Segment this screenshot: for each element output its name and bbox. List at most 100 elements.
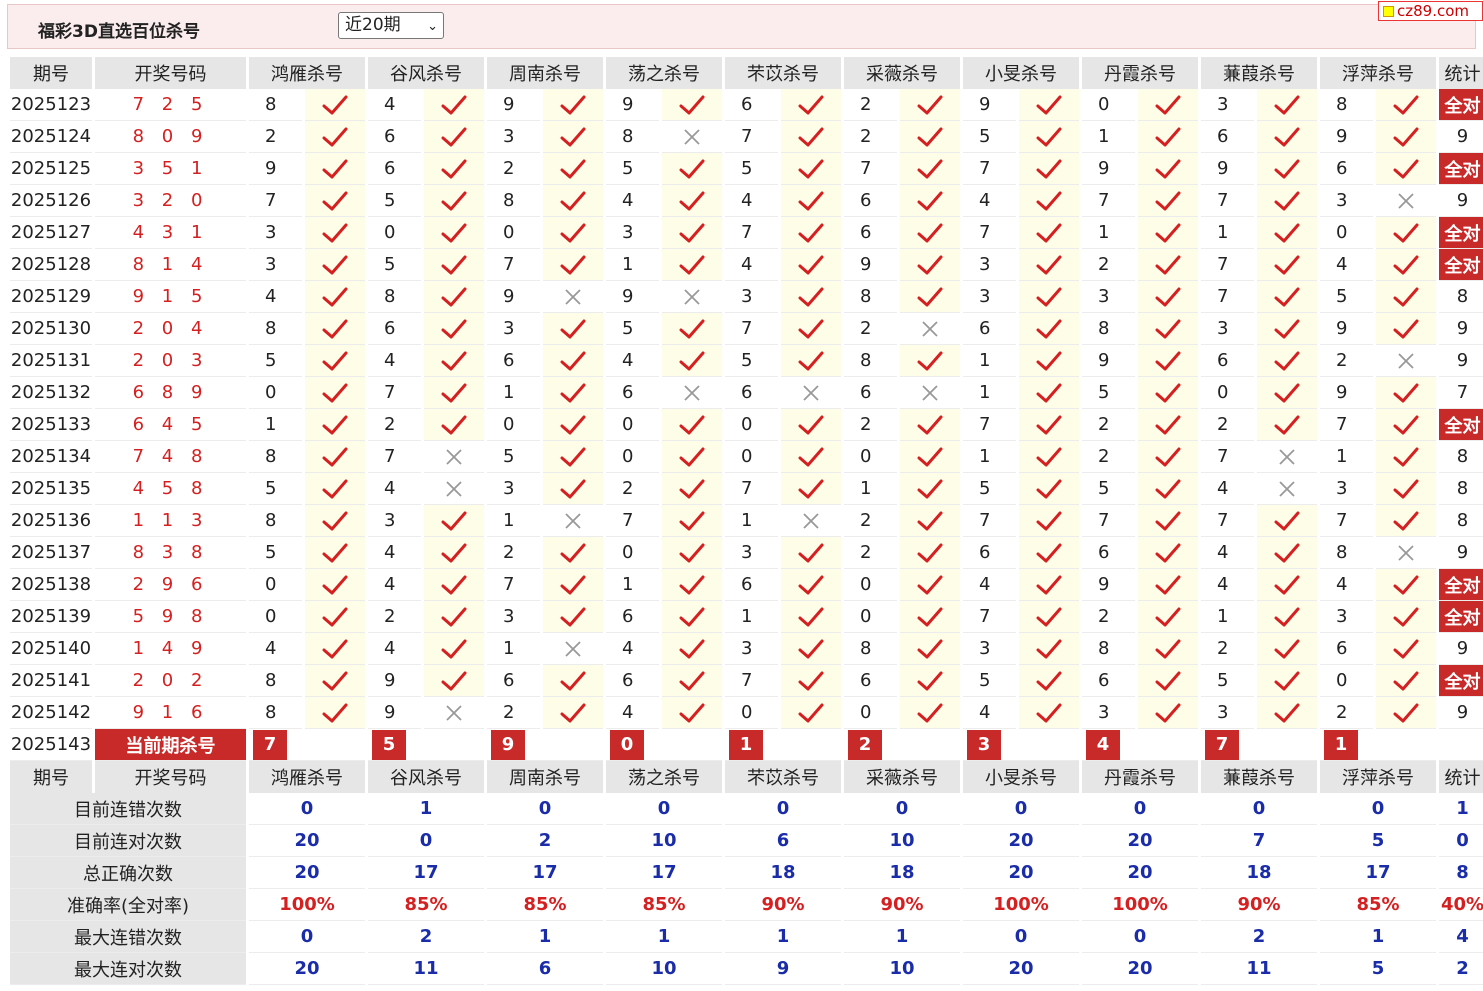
- check-mark-icon: [322, 607, 348, 626]
- check-mark-icon: [441, 671, 467, 690]
- kill-number-cell: 6: [844, 185, 897, 217]
- cross-icon: [1257, 441, 1317, 473]
- stats-value: 1: [1320, 921, 1436, 953]
- kill-number-cell: 4: [963, 185, 1016, 217]
- stats-label: 目前连对次数: [10, 825, 246, 857]
- period-cell: 2025123: [10, 89, 92, 121]
- check-mark-icon: [441, 127, 467, 146]
- kill-number-cell: 5: [725, 153, 778, 185]
- kill-number-cell: 6: [1201, 345, 1254, 377]
- stats-total: 0: [1439, 825, 1483, 857]
- check-mark-icon: [1393, 511, 1419, 530]
- check-mark-icon: [1393, 607, 1419, 626]
- kill-number-cell: 8: [249, 89, 302, 121]
- kill-number-cell: 8: [249, 313, 302, 345]
- kill-number-cell: 8: [844, 633, 897, 665]
- kill-number-cell: 9: [963, 89, 1016, 121]
- check-icon: [305, 121, 365, 153]
- chevron-down-icon: ⌄: [427, 19, 438, 34]
- check-icon: [900, 441, 960, 473]
- kill-number-cell: 7: [725, 121, 778, 153]
- stats-value: 18: [844, 857, 960, 889]
- period-select[interactable]: 近20期 ⌄: [338, 12, 444, 39]
- kill-number-cell: 4: [1201, 569, 1254, 601]
- kill-number-cell: 8: [368, 281, 421, 313]
- cross-mark-icon: [684, 129, 700, 145]
- stats-value: 5: [1320, 953, 1436, 985]
- kill-number-cell: 2: [844, 537, 897, 569]
- period-cell: 2025137: [10, 537, 92, 569]
- site-logo[interactable]: cz89.com: [1378, 1, 1483, 21]
- kill-number-cell: 3: [487, 121, 540, 153]
- kill-number-cell: 1: [963, 345, 1016, 377]
- kill-number-cell: 2: [487, 153, 540, 185]
- check-icon: [662, 185, 722, 217]
- kill-number-cell: 5: [368, 185, 421, 217]
- header-expert: 周南杀号: [487, 761, 603, 793]
- kill-number-cell: 4: [368, 89, 421, 121]
- check-icon: [1138, 569, 1198, 601]
- stats-value: 1: [725, 921, 841, 953]
- kill-number-cell: 3: [606, 217, 659, 249]
- check-icon: [1138, 441, 1198, 473]
- current-kill-cell: 0: [606, 729, 722, 761]
- kill-number-cell: 0: [844, 569, 897, 601]
- check-mark-icon: [798, 351, 824, 370]
- kill-number-cell: 8: [249, 697, 302, 729]
- all-correct-badge: 全对: [1439, 569, 1483, 601]
- kill-number-cell: 0: [725, 697, 778, 729]
- check-icon: [900, 601, 960, 633]
- kill-number-cell: 6: [606, 665, 659, 697]
- kill-number-cell: 6: [368, 313, 421, 345]
- kill-number-cell: 8: [249, 505, 302, 537]
- draw-number-cell: 4 3 1: [95, 217, 246, 249]
- kill-number-cell: 6: [725, 569, 778, 601]
- check-mark-icon: [441, 607, 467, 626]
- check-mark-icon: [1036, 543, 1062, 562]
- check-icon: [424, 89, 484, 121]
- check-mark-icon: [679, 639, 705, 658]
- kill-number-cell: 2: [1082, 409, 1135, 441]
- table-header-row: 期号 开奖号码 鸿雁杀号 谷风杀号 周南杀号 荡之杀号 芣苡杀号 采薇杀号 小旻杀号 丹霞杀号 蒹葭…: [10, 761, 1483, 793]
- check-mark-icon: [1393, 223, 1419, 242]
- header-draw: 开奖号码: [95, 57, 246, 89]
- check-icon: [543, 153, 603, 185]
- check-mark-icon: [1393, 671, 1419, 690]
- cross-mark-icon: [1398, 545, 1414, 561]
- kill-number-cell: 9: [844, 249, 897, 281]
- kill-number-cell: 4: [1201, 473, 1254, 505]
- check-mark-icon: [798, 575, 824, 594]
- check-mark-icon: [917, 351, 943, 370]
- top-bar: 福彩3D直选百位杀号 近20期 ⌄: [7, 4, 1476, 49]
- check-mark-icon: [560, 607, 586, 626]
- stats-value: 20: [1082, 953, 1198, 985]
- kill-number-cell: 3: [487, 601, 540, 633]
- check-mark-icon: [1393, 95, 1419, 114]
- check-icon: [900, 249, 960, 281]
- check-mark-icon: [679, 607, 705, 626]
- check-mark-icon: [322, 351, 348, 370]
- check-mark-icon: [798, 479, 824, 498]
- check-mark-icon: [798, 95, 824, 114]
- kill-number-cell: 3: [1082, 281, 1135, 313]
- check-icon: [305, 569, 365, 601]
- kill-number-cell: 2: [844, 121, 897, 153]
- check-mark-icon: [679, 543, 705, 562]
- check-icon: [1019, 473, 1079, 505]
- kill-number-cell: 9: [1082, 345, 1135, 377]
- all-correct-badge: 全对: [1439, 665, 1483, 697]
- kill-number-cell: 1: [1201, 217, 1254, 249]
- stats-value: 90%: [844, 889, 960, 921]
- kill-number-table: 期号 开奖号码 鸿雁杀号 谷风杀号 周南杀号 荡之杀号 芣苡杀号 采薇杀号 小旻杀号 丹霞杀号 蒹葭…: [7, 57, 1483, 985]
- check-mark-icon: [1036, 447, 1062, 466]
- check-icon: [781, 249, 841, 281]
- cross-mark-icon: [684, 289, 700, 305]
- check-mark-icon: [1393, 287, 1419, 306]
- check-icon: [900, 569, 960, 601]
- check-mark-icon: [1274, 191, 1300, 210]
- check-mark-icon: [560, 543, 586, 562]
- check-mark-icon: [798, 319, 824, 338]
- check-icon: [1019, 121, 1079, 153]
- current-kill-badge: 1: [729, 729, 763, 760]
- stats-row: 最大连对次数 20 11 6 10 9 10 20 20 11 5 2: [10, 953, 1483, 985]
